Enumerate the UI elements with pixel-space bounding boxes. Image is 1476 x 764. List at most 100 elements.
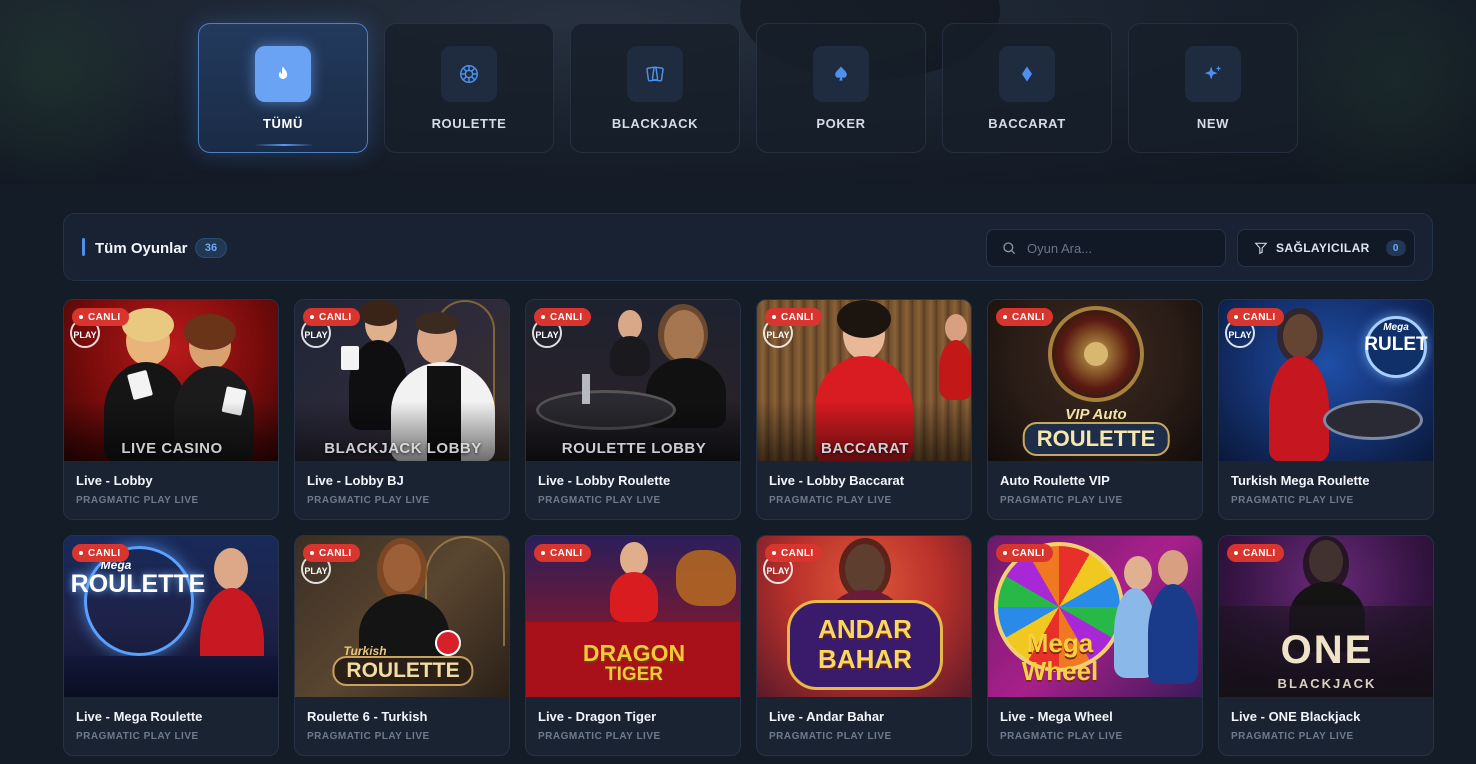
game-card[interactable]: Mega Wheel CANLI Live - Mega Wheel PRAGM… bbox=[987, 535, 1203, 756]
game-logo: ROULETTE bbox=[332, 656, 474, 686]
filter-icon bbox=[1254, 241, 1268, 255]
game-title: Roulette 6 - Turkish bbox=[307, 709, 428, 724]
tab-label: TÜMÜ bbox=[263, 116, 303, 131]
live-badge: CANLI bbox=[72, 308, 129, 326]
live-badge: CANLI bbox=[1227, 544, 1284, 562]
tab-label: BACCARAT bbox=[988, 116, 1066, 131]
game-card[interactable]: DRAGON TIGER CANLI Live - Dragon Tiger P… bbox=[525, 535, 741, 756]
game-card[interactable]: ONE BLACKJACK CANLI Live - ONE Blackjack… bbox=[1218, 535, 1434, 756]
game-logo-small: VIP Auto bbox=[1065, 406, 1127, 423]
games-count-badge: 36 bbox=[195, 238, 227, 258]
game-provider: PRAGMATIC PLAY LIVE bbox=[769, 495, 892, 506]
game-provider: PRAGMATIC PLAY LIVE bbox=[307, 731, 430, 742]
fire-icon bbox=[255, 46, 311, 102]
game-title: Live - ONE Blackjack bbox=[1231, 709, 1361, 724]
game-provider: PRAGMATIC PLAY LIVE bbox=[76, 495, 199, 506]
thumbnail-caption: LIVE CASINO bbox=[121, 440, 223, 457]
game-logo-line2: TIGER bbox=[604, 664, 664, 685]
game-card[interactable]: VIP Auto ROULETTE CANLI Auto Roulette VI… bbox=[987, 299, 1203, 520]
tab-label: POKER bbox=[816, 116, 866, 131]
game-title: Auto Roulette VIP bbox=[1000, 473, 1110, 488]
game-card[interactable]: ROULETTE LOBBY PLAY CANLI Live - Lobby R… bbox=[525, 299, 741, 520]
search-box[interactable] bbox=[986, 229, 1226, 267]
game-title: Live - Mega Roulette bbox=[76, 709, 203, 724]
game-card[interactable]: BLACKJACK LOBBY PLAY CANLI Live - Lobby … bbox=[294, 299, 510, 520]
game-provider: PRAGMATIC PLAY LIVE bbox=[538, 731, 661, 742]
game-logo: ONE bbox=[1280, 628, 1374, 672]
games-toolbar: Tüm Oyunlar 36 SAĞLAYICILAR 0 bbox=[63, 213, 1433, 281]
game-logo-line2: BAHAR bbox=[818, 644, 912, 674]
game-title: Live - Lobby BJ bbox=[307, 473, 404, 488]
tab-all[interactable]: TÜMÜ bbox=[198, 23, 368, 153]
active-indicator bbox=[254, 144, 314, 146]
live-badge: CANLI bbox=[303, 308, 360, 326]
live-badge: CANLI bbox=[1227, 308, 1284, 326]
game-logo-line2: BLACKJACK bbox=[1277, 676, 1377, 691]
game-card[interactable]: Mega ROULETTE CANLI Live - Mega Roulette… bbox=[63, 535, 279, 756]
providers-count-badge: 0 bbox=[1385, 240, 1406, 256]
game-card[interactable]: LIVE CASINO PLAY CANLI Live - Lobby PRAG… bbox=[63, 299, 279, 520]
game-title: Turkish Mega Roulette bbox=[1231, 473, 1370, 488]
live-badge: CANLI bbox=[534, 308, 591, 326]
category-tabs: TÜMÜ ROULETTE BLACKJACK POKER BACCARAT N… bbox=[198, 23, 1298, 153]
tab-label: BLACKJACK bbox=[611, 116, 699, 131]
spade-icon bbox=[813, 46, 869, 102]
game-logo: RULET bbox=[1364, 334, 1428, 355]
thumbnail-caption: ROULETTE LOBBY bbox=[561, 440, 707, 457]
game-title: Live - Lobby Roulette bbox=[538, 473, 671, 488]
tab-label: ROULETTE bbox=[431, 116, 507, 131]
tab-poker[interactable]: POKER bbox=[756, 23, 926, 153]
game-logo: ROULETTE bbox=[1022, 422, 1170, 456]
thumbnail-caption: BLACKJACK LOBBY bbox=[324, 440, 482, 457]
game-provider: PRAGMATIC PLAY LIVE bbox=[1231, 495, 1354, 506]
sparkle-icon bbox=[1185, 46, 1241, 102]
tab-new[interactable]: NEW bbox=[1128, 23, 1298, 153]
background-glow bbox=[0, 0, 180, 180]
game-card[interactable]: Mega RULET PLAY CANLI Turkish Mega Roule… bbox=[1218, 299, 1434, 520]
game-grid: LIVE CASINO PLAY CANLI Live - Lobby PRAG… bbox=[63, 299, 1434, 756]
game-card[interactable]: ANDAR BAHAR PLAY CANLI Live - Andar Baha… bbox=[756, 535, 972, 756]
live-badge: CANLI bbox=[765, 308, 822, 326]
search-icon bbox=[1001, 240, 1017, 256]
search-input[interactable] bbox=[1027, 240, 1217, 256]
category-band: TÜMÜ ROULETTE BLACKJACK POKER BACCARAT N… bbox=[0, 0, 1476, 184]
game-card[interactable]: Turkish ROULETTE PLAY CANLI Roulette 6 -… bbox=[294, 535, 510, 756]
game-title: Live - Andar Bahar bbox=[769, 709, 885, 724]
live-badge: CANLI bbox=[534, 544, 591, 562]
live-badge: CANLI bbox=[72, 544, 129, 562]
game-card[interactable]: BACCARAT PLAY CANLI Live - Lobby Baccara… bbox=[756, 299, 972, 520]
tab-label: NEW bbox=[1196, 116, 1230, 131]
game-logo: ANDAR bbox=[818, 614, 912, 644]
game-provider: PRAGMATIC PLAY LIVE bbox=[1000, 731, 1123, 742]
game-logo-small: Mega bbox=[1383, 322, 1409, 333]
game-provider: PRAGMATIC PLAY LIVE bbox=[76, 731, 199, 742]
live-badge: CANLI bbox=[996, 308, 1053, 326]
game-provider: PRAGMATIC PLAY LIVE bbox=[307, 495, 430, 506]
roulette-wheel-icon bbox=[441, 46, 497, 102]
game-logo: ROULETTE bbox=[70, 570, 206, 598]
game-title: Live - Mega Wheel bbox=[1000, 709, 1113, 724]
cards-icon bbox=[627, 46, 683, 102]
game-logo-line2: Wheel bbox=[1021, 656, 1099, 686]
game-provider: PRAGMATIC PLAY LIVE bbox=[1231, 731, 1354, 742]
game-logo: Mega bbox=[1026, 628, 1094, 658]
live-badge: CANLI bbox=[996, 544, 1053, 562]
live-badge: CANLI bbox=[303, 544, 360, 562]
game-title: Live - Lobby Baccarat bbox=[769, 473, 905, 488]
tab-roulette[interactable]: ROULETTE bbox=[384, 23, 554, 153]
section-title: Tüm Oyunlar bbox=[95, 240, 188, 257]
game-title: Live - Lobby bbox=[76, 473, 153, 488]
game-title: Live - Dragon Tiger bbox=[538, 709, 657, 724]
providers-label: SAĞLAYICILAR bbox=[1276, 241, 1370, 255]
tab-baccarat[interactable]: BACCARAT bbox=[942, 23, 1112, 153]
diamond-icon bbox=[999, 46, 1055, 102]
game-provider: PRAGMATIC PLAY LIVE bbox=[1000, 495, 1123, 506]
game-logo: DRAGON bbox=[582, 640, 686, 666]
live-badge: CANLI bbox=[765, 544, 822, 562]
game-provider: PRAGMATIC PLAY LIVE bbox=[769, 731, 892, 742]
game-provider: PRAGMATIC PLAY LIVE bbox=[538, 495, 661, 506]
thumbnail-caption: BACCARAT bbox=[821, 440, 909, 457]
providers-filter-button[interactable]: SAĞLAYICILAR 0 bbox=[1237, 229, 1415, 267]
tab-blackjack[interactable]: BLACKJACK bbox=[570, 23, 740, 153]
title-accent bbox=[82, 238, 85, 256]
